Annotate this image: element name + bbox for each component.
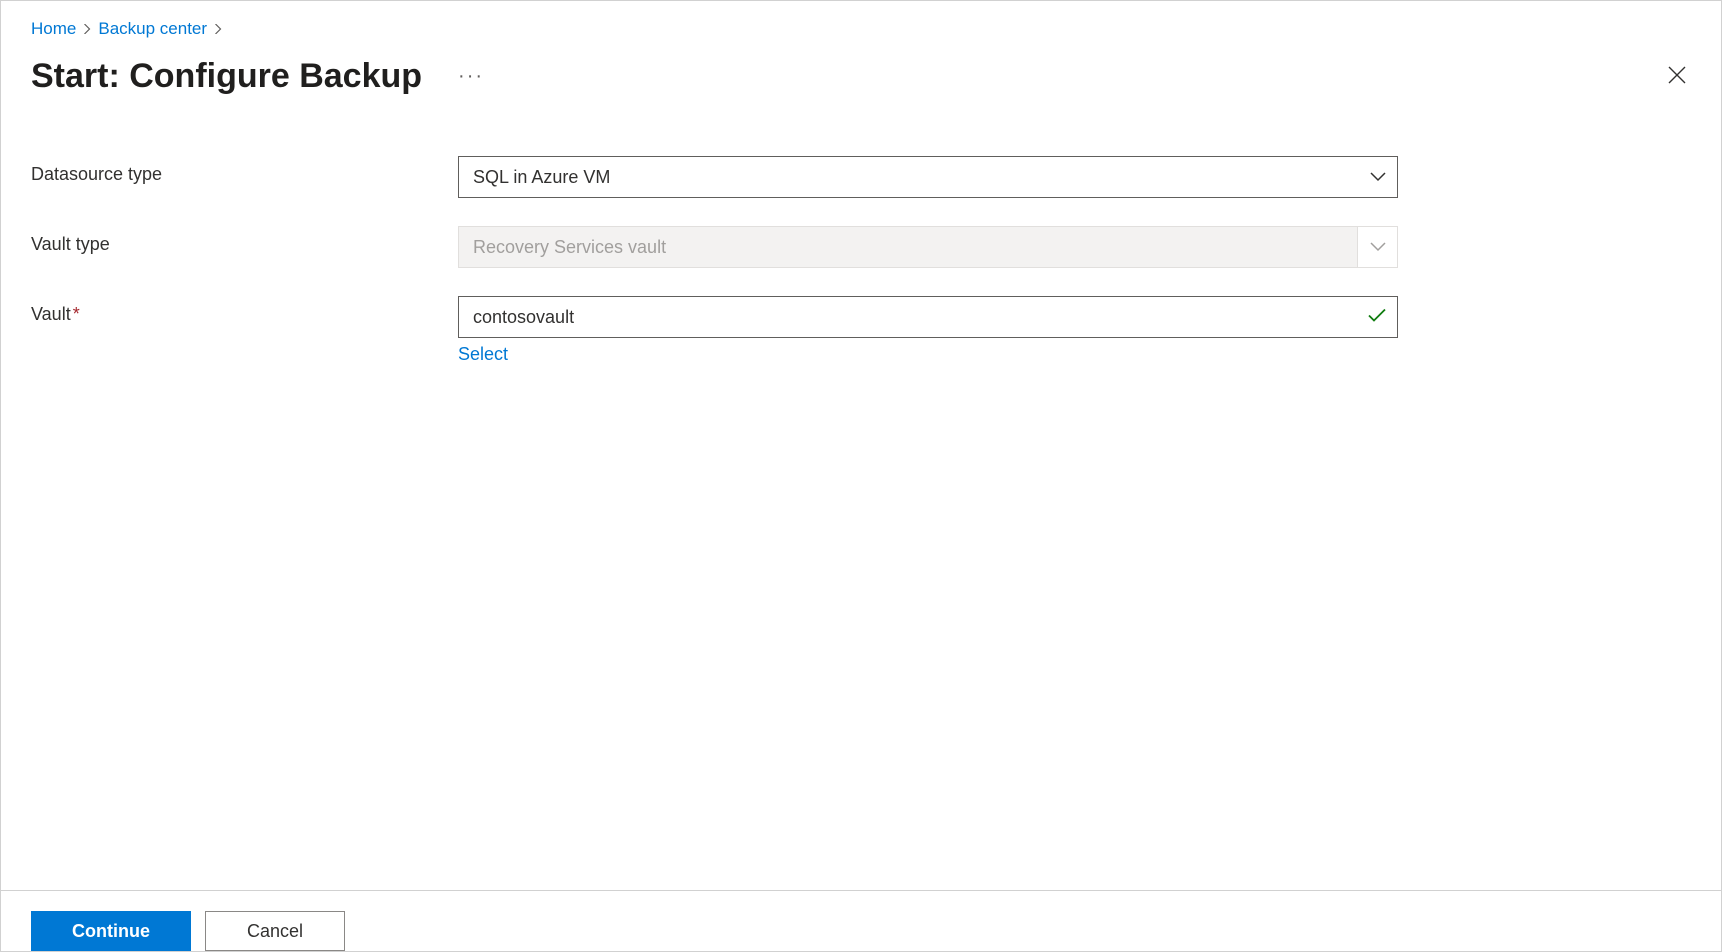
datasource-type-select[interactable]: SQL in Azure VM — [458, 156, 1398, 198]
vault-type-label: Vault type — [31, 226, 458, 255]
vault-label: Vault* — [31, 296, 458, 325]
vault-select-link[interactable]: Select — [458, 344, 508, 365]
vault-row: Vault* Select — [31, 296, 1691, 365]
breadcrumb-home[interactable]: Home — [31, 19, 76, 39]
chevron-right-icon — [213, 21, 223, 37]
vault-input-wrapper — [458, 296, 1398, 338]
chevron-right-icon — [82, 21, 92, 37]
vault-input[interactable] — [458, 296, 1398, 338]
configure-backup-form: Datasource type SQL in Azure VM Vault ty… — [31, 156, 1691, 365]
breadcrumb: Home Backup center — [31, 19, 1691, 39]
breadcrumb-backup-center[interactable]: Backup center — [98, 19, 207, 39]
footer-actions: Continue Cancel — [1, 890, 1721, 951]
vault-type-select: Recovery Services vault — [458, 226, 1398, 268]
vault-type-value: Recovery Services vault — [458, 226, 1398, 268]
close-button[interactable] — [1659, 57, 1695, 96]
close-icon — [1667, 65, 1687, 85]
vault-type-row: Vault type Recovery Services vault — [31, 226, 1691, 268]
datasource-type-label: Datasource type — [31, 156, 458, 185]
cancel-button[interactable]: Cancel — [205, 911, 345, 951]
page-title: Start: Configure Backup — [31, 57, 422, 96]
required-indicator: * — [73, 304, 80, 324]
datasource-type-row: Datasource type SQL in Azure VM — [31, 156, 1691, 198]
datasource-type-value: SQL in Azure VM — [458, 156, 1398, 198]
continue-button[interactable]: Continue — [31, 911, 191, 951]
page-header: Start: Configure Backup ··· — [31, 57, 1691, 96]
more-actions-button[interactable]: ··· — [450, 61, 492, 92]
